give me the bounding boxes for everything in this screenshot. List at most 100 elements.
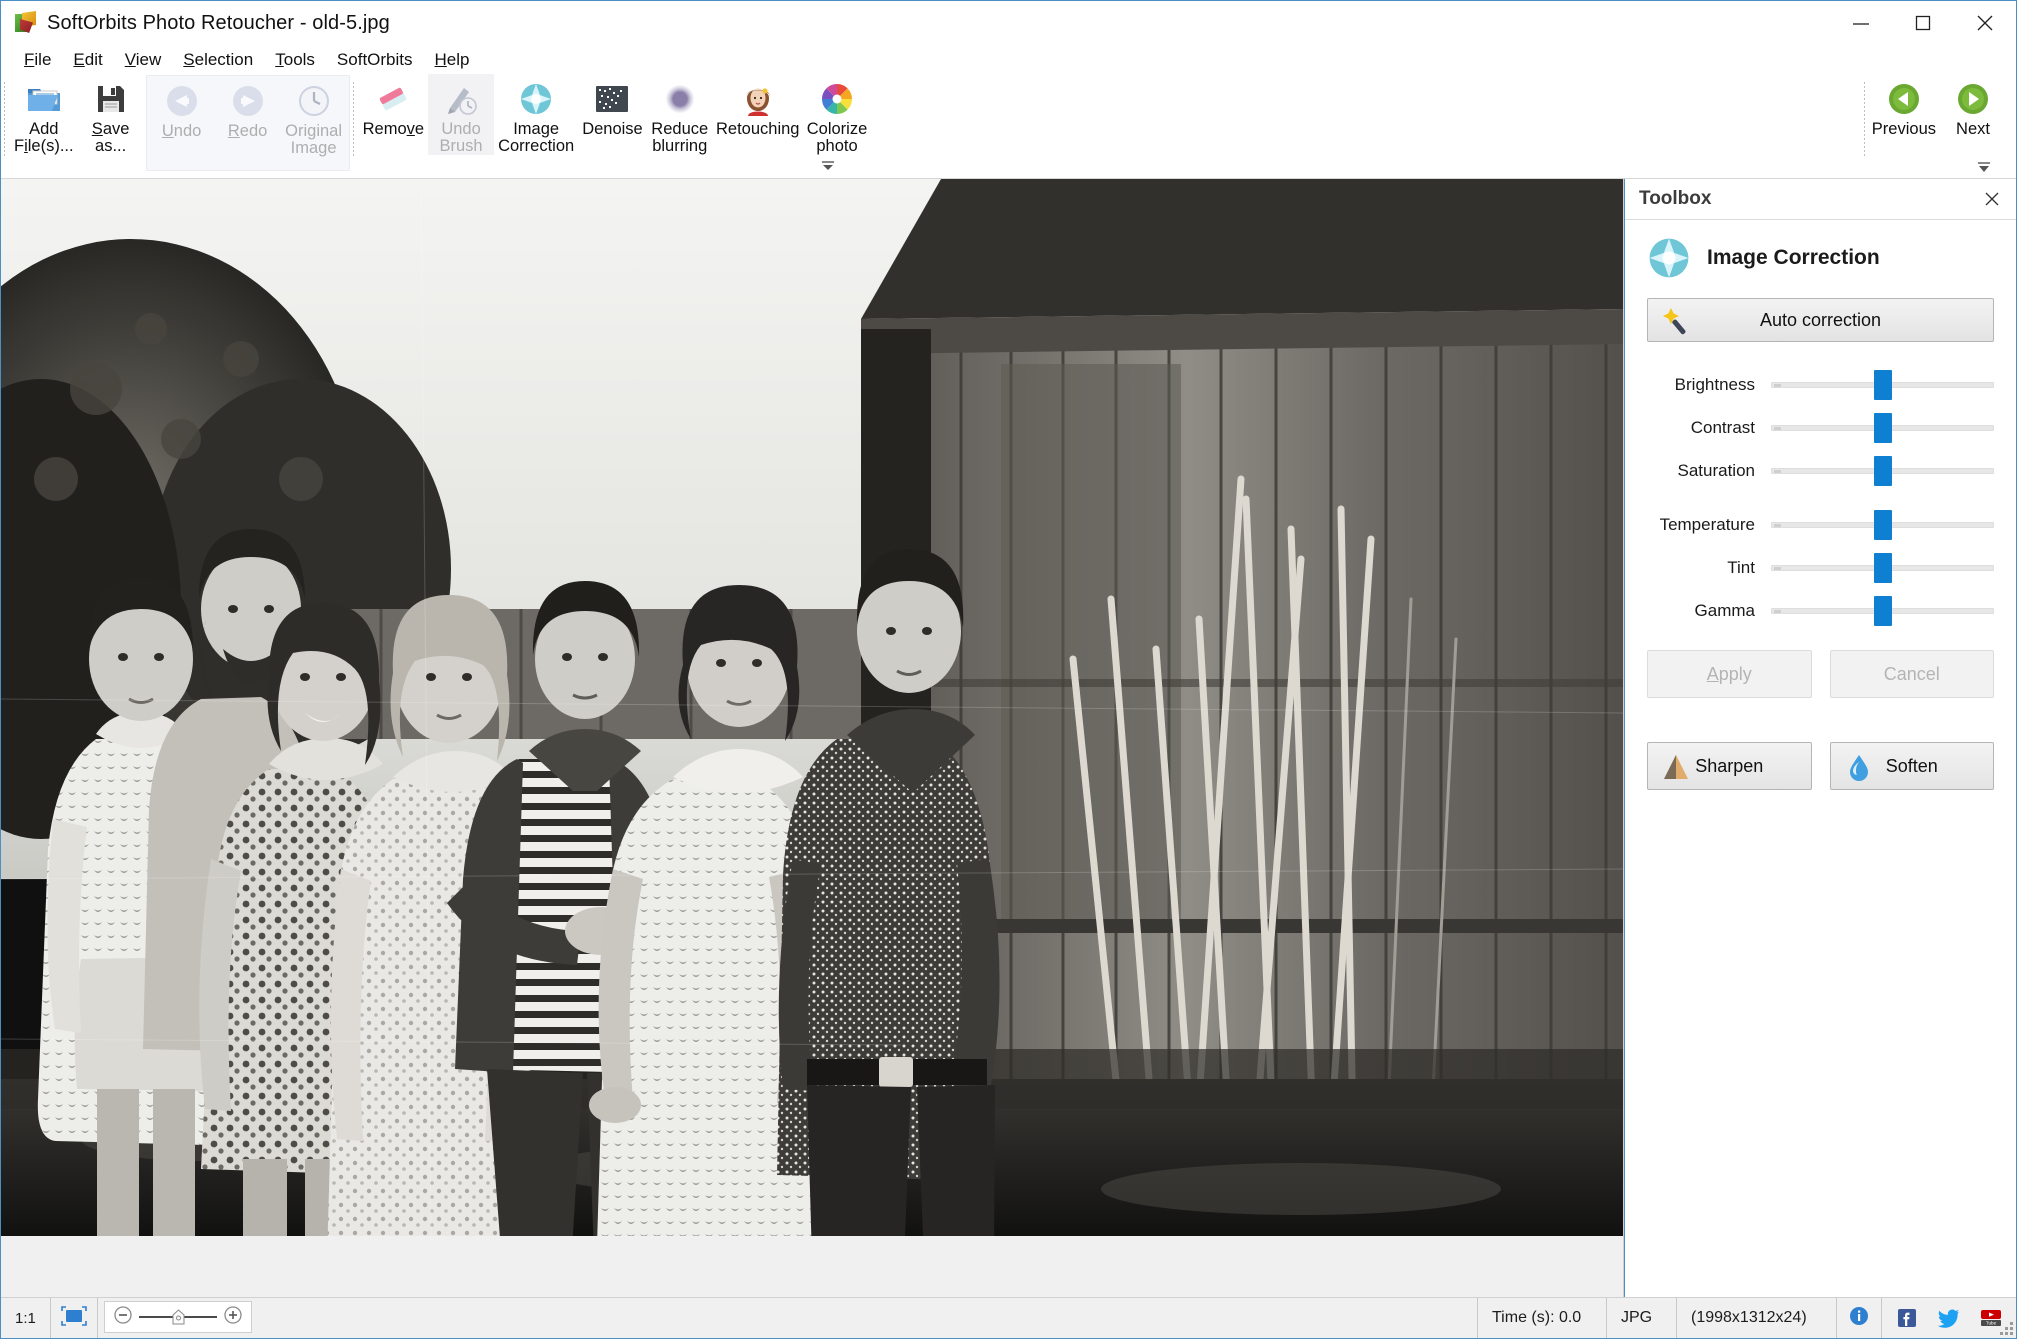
application-window: SoftOrbits Photo Retoucher - old-5.jpg F… <box>0 0 2017 1339</box>
previous-button[interactable]: Previous <box>1868 74 1940 138</box>
info-icon[interactable] <box>1849 1306 1869 1331</box>
info-cell[interactable] <box>1837 1298 1882 1338</box>
slider-saturation[interactable]: Saturation <box>1647 454 1994 488</box>
image-correction-button[interactable]: Image Correction <box>494 74 578 155</box>
slider-thumb[interactable] <box>1873 510 1892 540</box>
zoom-slider-thumb-icon[interactable] <box>172 1309 185 1325</box>
denoise-button[interactable]: Denoise <box>578 74 647 138</box>
menu-item-selection[interactable]: Selection <box>172 48 264 71</box>
remove-button[interactable]: Remove <box>359 74 428 138</box>
slider-saturation-label: Saturation <box>1677 461 1756 480</box>
slider-thumb[interactable] <box>1873 370 1892 400</box>
softorbits-logo-icon <box>15 11 37 34</box>
social-cell: Tube <box>1882 1298 2016 1338</box>
retouching-button[interactable]: Retouching <box>713 74 803 138</box>
slider-thumb[interactable] <box>1873 553 1892 583</box>
slider-thumb[interactable] <box>1873 596 1892 626</box>
slider-thumb[interactable] <box>1873 456 1892 486</box>
colorize-photo-button[interactable]: Colorize photo <box>803 74 872 155</box>
slider-temperature-control[interactable] <box>1771 508 1994 542</box>
twitter-icon[interactable] <box>1932 1308 1966 1328</box>
slider-gamma-label: Gamma <box>1694 601 1755 620</box>
status-bar: 1:1 Time (s): 0.0 JPG (1998x1312x24) Tub… <box>1 1297 2016 1338</box>
apply-button[interactable]: Apply <box>1647 650 1812 698</box>
save-as-label: Save as... <box>91 120 130 155</box>
toolbar-separator-2 <box>352 82 354 156</box>
slider-gamma[interactable]: Gamma <box>1647 594 1994 628</box>
redo-label: Redo <box>227 122 268 140</box>
slider-tint-control[interactable] <box>1771 551 1994 585</box>
fit-to-window-icon <box>61 1305 87 1331</box>
original-image-label: Original Image <box>285 122 343 157</box>
original-image-button[interactable]: Original Image <box>281 76 347 157</box>
auto-correction-label: Auto correction <box>1759 309 1882 330</box>
noise-grid-icon <box>593 80 631 118</box>
photo-old-5[interactable] <box>1 179 1623 1236</box>
slider-brightness-control[interactable] <box>1771 368 1994 402</box>
redo-arrow-icon <box>229 82 267 120</box>
slider-temperature[interactable]: Temperature <box>1647 508 1994 542</box>
main-area: Toolbox Image Correction Auto correction… <box>1 179 2016 1297</box>
menu-item-view[interactable]: View <box>114 48 173 71</box>
slider-contrast[interactable]: Contrast <box>1647 411 1994 445</box>
green-left-arrow-icon <box>1885 80 1923 118</box>
image-canvas[interactable] <box>1 179 1624 1297</box>
zoom-out-icon[interactable] <box>113 1305 133 1330</box>
magic-wand-icon <box>1660 305 1692 337</box>
sharpen-label: Sharpen <box>1695 755 1764 776</box>
slider-tint[interactable]: Tint <box>1647 551 1994 585</box>
sharpen-soften-row: Sharpen Soften <box>1647 742 1994 790</box>
resize-grip-icon[interactable] <box>1999 1321 2013 1335</box>
menu-item-tools[interactable]: Tools <box>264 48 326 71</box>
undo-brush-button[interactable]: Undo Brush <box>428 74 495 155</box>
image-dimensions: (1998x1312x24) <box>1677 1298 1837 1338</box>
active-tool-name: Image Correction <box>1707 246 1880 269</box>
toolbox-close-icon[interactable] <box>1978 185 2006 213</box>
soften-button[interactable]: Soften <box>1829 742 1994 790</box>
undo-button[interactable]: Undo <box>149 76 215 140</box>
close-icon[interactable] <box>1954 1 2016 45</box>
fit-to-window-button[interactable] <box>51 1298 98 1338</box>
toolbar-group-file: Add File(s)... Save as... <box>8 74 146 170</box>
status-right-group: Time (s): 0.0 JPG (1998x1312x24) Tube <box>1477 1298 2016 1338</box>
chevron-down-icon[interactable] <box>819 158 837 170</box>
zoom-in-icon[interactable] <box>223 1305 243 1330</box>
zoom-ratio-label: 1:1 <box>15 1309 36 1327</box>
auto-correction-button[interactable]: Auto correction <box>1647 298 1994 342</box>
slider-contrast-control[interactable] <box>1771 411 1994 445</box>
menu-item-softorbits[interactable]: SoftOrbits <box>326 48 424 71</box>
colorize-photo-label: Colorize photo <box>806 120 868 155</box>
toolbar-overflow-icon[interactable] <box>1976 160 1992 172</box>
sharpen-button[interactable]: Sharpen <box>1647 742 1812 790</box>
menu-item-file[interactable]: FFileile <box>13 48 62 71</box>
active-tool-header: Image Correction <box>1647 236 1994 280</box>
maximize-icon[interactable] <box>1892 1 1954 45</box>
next-label: Next <box>1956 120 1990 138</box>
save-as-button[interactable]: Save as... <box>78 74 144 155</box>
status-spacer <box>252 1298 1477 1338</box>
redo-button[interactable]: Redo <box>215 76 281 140</box>
zoom-ratio-cell[interactable]: 1:1 <box>1 1298 51 1338</box>
open-folder-icon <box>25 80 63 118</box>
zoom-slider[interactable] <box>138 1307 217 1327</box>
menu-item-edit[interactable]: Edit <box>62 48 113 71</box>
slider-contrast-label: Contrast <box>1690 418 1755 437</box>
add-files-button[interactable]: Add File(s)... <box>10 74 78 155</box>
previous-label: Previous <box>1871 120 1936 138</box>
vintage-group-photo <box>1 179 1623 1236</box>
cancel-button[interactable]: Cancel <box>1829 650 1994 698</box>
sharpen-triangle-icon <box>1662 753 1690 781</box>
facebook-icon[interactable] <box>1890 1308 1924 1328</box>
minimize-icon[interactable] <box>1830 1 1892 45</box>
zoom-slider-control[interactable] <box>103 1301 252 1333</box>
reduce-blurring-button[interactable]: Reduce blurring <box>647 74 713 155</box>
slider-brightness[interactable]: Brightness <box>1647 368 1994 402</box>
next-button[interactable]: Next <box>1940 74 2006 138</box>
slider-saturation-control[interactable] <box>1771 454 1994 488</box>
menu-item-help[interactable]: Help <box>424 48 481 71</box>
toolbar-group-history: Undo Redo Original Image <box>145 75 350 171</box>
slider-thumb[interactable] <box>1873 413 1892 443</box>
toolbar-group-tools: Remove Undo Brush Image Correction Denoi… <box>357 74 874 170</box>
undo-arrow-icon <box>163 82 201 120</box>
slider-gamma-control[interactable] <box>1771 594 1994 628</box>
